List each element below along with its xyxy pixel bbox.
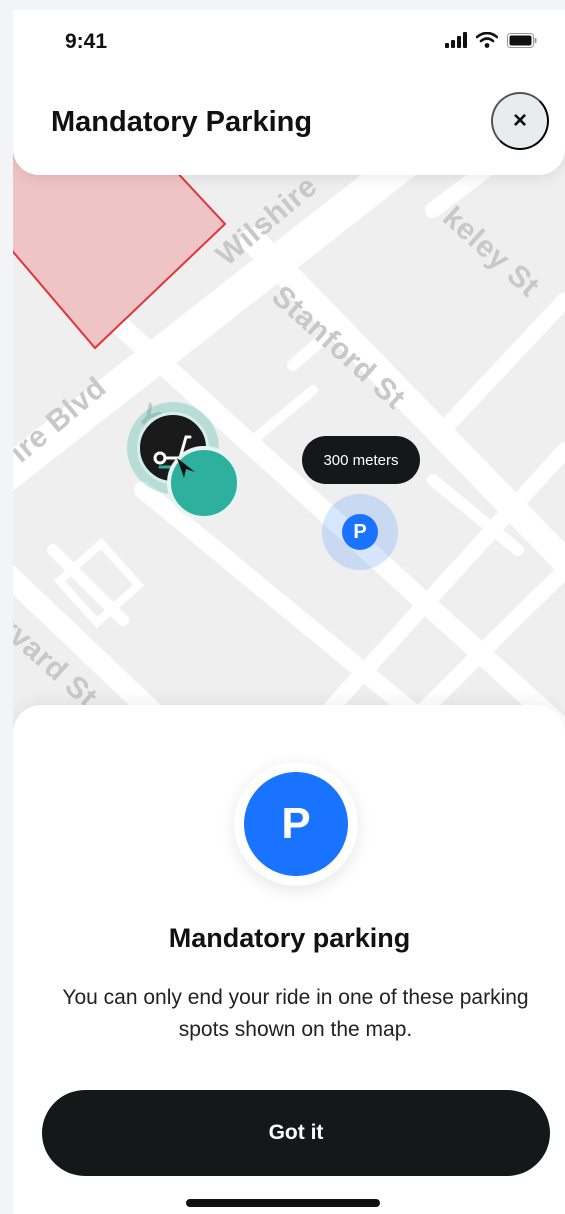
status-time: 9:41 (65, 30, 108, 53)
close-icon: × (512, 107, 527, 134)
parking-icon-halo: P (234, 762, 358, 886)
wifi-icon (476, 32, 498, 48)
got-it-button[interactable]: Got it (42, 1090, 550, 1176)
parking-icon: P (342, 514, 378, 550)
close-button[interactable]: × (491, 92, 549, 150)
battery-icon (507, 32, 537, 48)
distance-badge: 300 meters (302, 436, 420, 484)
info-bottom-sheet: P Mandatory parking You can only end you… (13, 705, 565, 1214)
parking-spot-marker[interactable]: P (322, 494, 398, 570)
sheet-title: Mandatory parking (168, 923, 411, 953)
home-indicator[interactable] (186, 1199, 380, 1207)
page-title: Mandatory Parking (51, 106, 313, 138)
phone-screen: Wilshire keley St Stanford St ire Blvd Y… (13, 10, 565, 1214)
status-icons (445, 32, 537, 48)
parking-icon: P (244, 772, 348, 876)
sheet-description: You can only end your ride in one of the… (62, 986, 529, 1041)
top-header-card: 9:41 Mandatory Parking × (13, 10, 565, 175)
cellular-signal-icon (445, 32, 467, 48)
navigation-arrow-icon[interactable] (167, 446, 241, 520)
